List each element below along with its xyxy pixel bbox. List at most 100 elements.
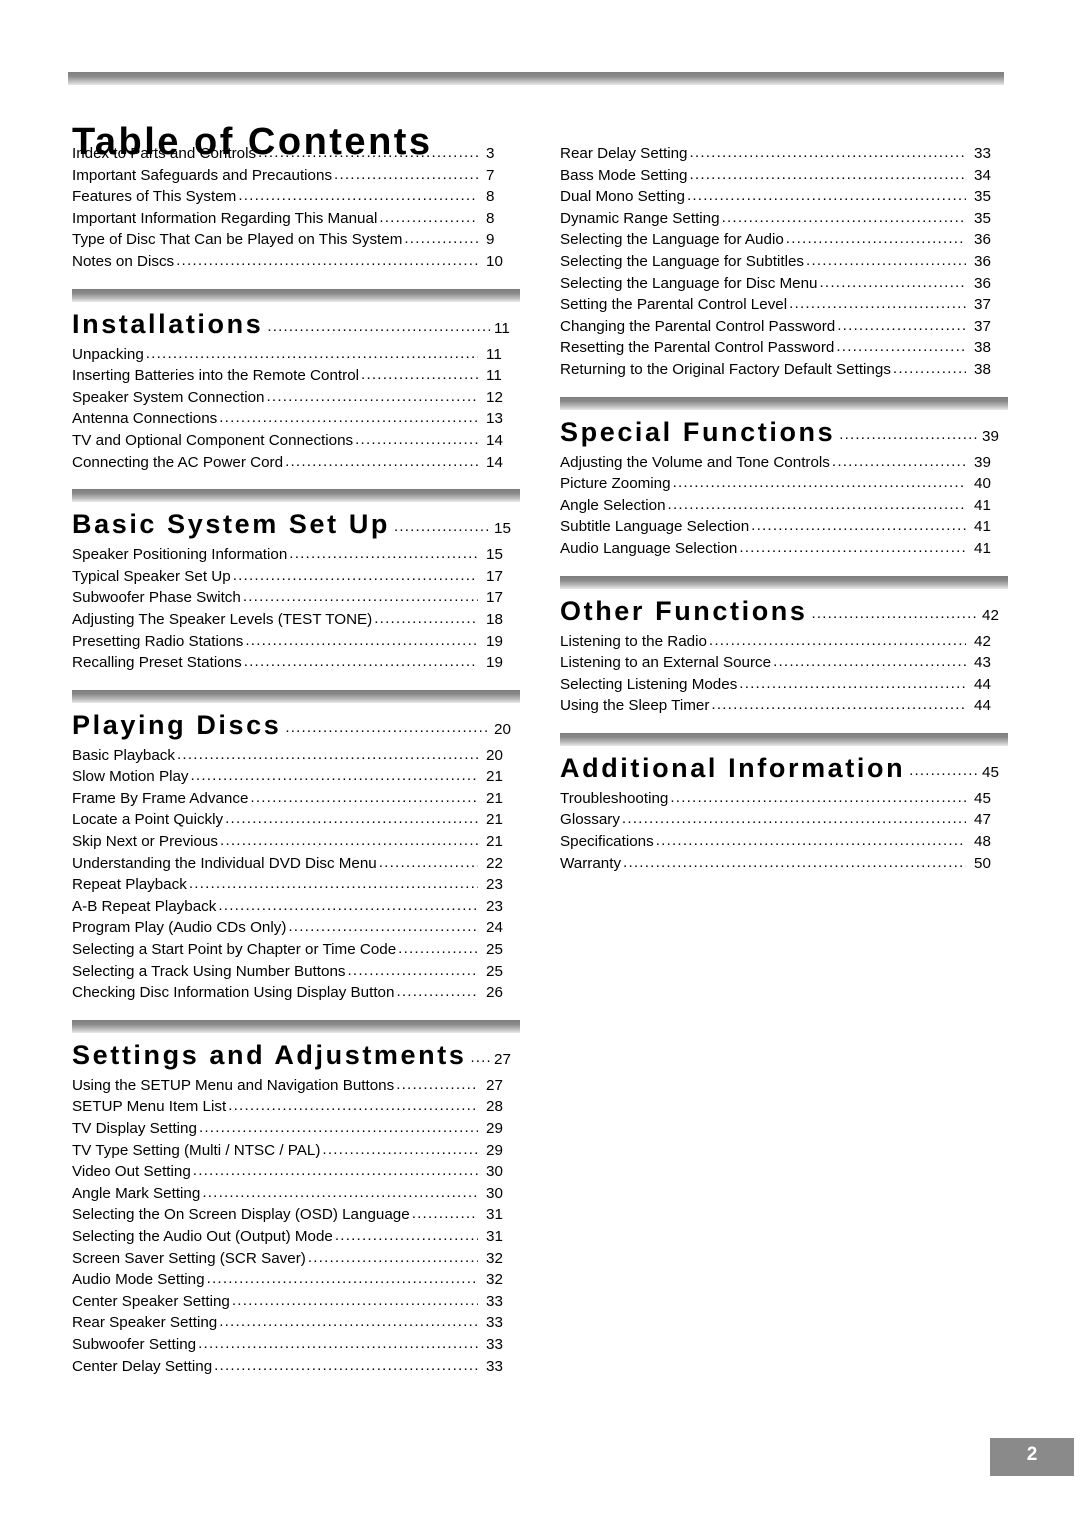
toc-entry[interactable]: Locate a Point Quickly..................… <box>72 809 520 831</box>
toc-entry[interactable]: Speaker Positioning Information.........… <box>72 544 520 566</box>
toc-entry[interactable]: Important Safeguards and Precautions....… <box>72 165 520 187</box>
toc-entry[interactable]: Presetting Radio Stations...............… <box>72 631 520 653</box>
toc-entry-page-number: 19 <box>486 654 503 672</box>
toc-entry[interactable]: Connecting the AC Power Cord............… <box>72 452 520 474</box>
toc-entry-label: Type of Disc That Can be Played on This … <box>72 231 403 249</box>
toc-entry-leader: ........................................… <box>892 359 966 377</box>
toc-entry[interactable]: Specifications..........................… <box>560 831 1008 853</box>
toc-entry[interactable]: Selecting the Language for Disc Menu....… <box>560 273 1008 295</box>
toc-entry[interactable]: Subtitle Language Selection.............… <box>560 516 1008 538</box>
toc-entry[interactable]: Setting the Parental Control Level......… <box>560 294 1008 316</box>
toc-entry[interactable]: Using the SETUP Menu and Navigation Butt… <box>72 1075 520 1097</box>
toc-entry[interactable]: Recalling Preset Stations...............… <box>72 652 520 674</box>
toc-entry[interactable]: Resetting the Parental Control Password.… <box>560 337 1008 359</box>
toc-entry[interactable]: Adjusting The Speaker Levels (TEST TONE)… <box>72 609 520 631</box>
toc-entry[interactable]: Features of This System.................… <box>72 186 520 208</box>
toc-entry[interactable]: Video Out Setting.......................… <box>72 1161 520 1183</box>
toc-entry[interactable]: Type of Disc That Can be Played on This … <box>72 229 520 251</box>
toc-entry[interactable]: Repeat Playback.........................… <box>72 874 520 896</box>
toc-entry[interactable]: Center Delay Setting....................… <box>72 1356 520 1378</box>
toc-section-header[interactable]: Basic System Set Up.....................… <box>72 509 520 540</box>
toc-entry[interactable]: Using the Sleep Timer...................… <box>560 695 1008 717</box>
toc-entry[interactable]: TV Display Setting......................… <box>72 1118 520 1140</box>
toc-entry[interactable]: Checking Disc Information Using Display … <box>72 982 520 1004</box>
toc-entry[interactable]: Notes on Discs..........................… <box>72 251 520 273</box>
toc-entry[interactable]: Inserting Batteries into the Remote Cont… <box>72 365 520 387</box>
toc-section-title: Additional Information <box>560 752 906 783</box>
toc-entry-page-number: 37 <box>974 317 991 335</box>
toc-entry[interactable]: Screen Saver Setting (SCR Saver)........… <box>72 1248 520 1270</box>
toc-entry[interactable]: Audio Mode Setting......................… <box>72 1269 520 1291</box>
toc-entry-label: Angle Selection <box>560 496 666 514</box>
toc-entry[interactable]: Returning to the Original Factory Defaul… <box>560 359 1008 381</box>
toc-entry[interactable]: Selecting the Language for Audio........… <box>560 229 1008 251</box>
toc-entry-list: Troubleshooting.........................… <box>560 788 1008 874</box>
toc-entry-leader: ........................................… <box>198 1334 478 1352</box>
toc-entry[interactable]: Slow Motion Play........................… <box>72 766 520 788</box>
toc-entry[interactable]: Speaker System Connection...............… <box>72 387 520 409</box>
toc-entry[interactable]: Glossary................................… <box>560 809 1008 831</box>
toc-section-header[interactable]: Other Functions.........................… <box>560 596 1008 627</box>
toc-entry[interactable]: Program Play (Audio CDs Only)...........… <box>72 917 520 939</box>
toc-entry[interactable]: Selecting Listening Modes...............… <box>560 674 1008 696</box>
toc-entry-leader: ........................................… <box>739 674 966 692</box>
toc-entry-leader: ........................................… <box>819 273 966 291</box>
toc-entry-label: Features of This System <box>72 188 237 206</box>
toc-entry[interactable]: Warranty................................… <box>560 853 1008 875</box>
toc-entry-leader: ........................................… <box>655 832 966 850</box>
toc-entry[interactable]: TV Type Setting (Multi / NTSC / PAL)....… <box>72 1140 520 1162</box>
toc-entry[interactable]: Important Information Regarding This Man… <box>72 208 520 230</box>
toc-entry[interactable]: Subwoofer Setting.......................… <box>72 1334 520 1356</box>
toc-section-leader: ........................................… <box>267 317 490 335</box>
toc-entry[interactable]: Unpacking...............................… <box>72 344 520 366</box>
toc-entry[interactable]: Listening to an External Source.........… <box>560 652 1008 674</box>
toc-entry-leader: ........................................… <box>623 853 966 871</box>
toc-entry-page-number: 14 <box>486 453 503 471</box>
toc-entry[interactable]: Dual Mono Setting.......................… <box>560 186 1008 208</box>
toc-entry[interactable]: Adjusting the Volume and Tone Controls..… <box>560 452 1008 474</box>
toc-entry[interactable]: Bass Mode Setting.......................… <box>560 165 1008 187</box>
toc-entry[interactable]: Dynamic Range Setting...................… <box>560 208 1008 230</box>
toc-section-header[interactable]: Settings and Adjustments................… <box>72 1040 520 1071</box>
toc-entry[interactable]: Selecting a Start Point by Chapter or Ti… <box>72 939 520 961</box>
toc-entry[interactable]: Rear Speaker Setting....................… <box>72 1312 520 1334</box>
toc-entry[interactable]: Changing the Parental Control Password..… <box>560 316 1008 338</box>
toc-entry[interactable]: Selecting the Language for Subtitles....… <box>560 251 1008 273</box>
toc-section-header[interactable]: Installations...........................… <box>72 309 520 340</box>
toc-section-page-number: 20 <box>494 720 511 738</box>
toc-entry[interactable]: TV and Optional Component Connections...… <box>72 430 520 452</box>
toc-entry[interactable]: SETUP Menu Item List....................… <box>72 1096 520 1118</box>
toc-section-header[interactable]: Playing Discs...........................… <box>72 710 520 741</box>
toc-entry-leader: ........................................… <box>288 918 478 936</box>
toc-entry[interactable]: Angle Mark Setting......................… <box>72 1183 520 1205</box>
toc-entry[interactable]: Angle Selection.........................… <box>560 495 1008 517</box>
toc-entry-leader: ........................................… <box>206 1270 478 1288</box>
toc-section-header[interactable]: Special Functions.......................… <box>560 417 1008 448</box>
toc-entry[interactable]: Understanding the Individual DVD Disc Me… <box>72 853 520 875</box>
toc-entry-page-number: 36 <box>974 231 991 249</box>
toc-entry[interactable]: Typical Speaker Set Up..................… <box>72 566 520 588</box>
toc-entry[interactable]: Center Speaker Setting..................… <box>72 1291 520 1313</box>
toc-entry[interactable]: Selecting the On Screen Display (OSD) La… <box>72 1204 520 1226</box>
toc-entry[interactable]: Subwoofer Phase Switch..................… <box>72 587 520 609</box>
toc-entry[interactable]: Basic Playback..........................… <box>72 745 520 767</box>
toc-entry[interactable]: Selecting a Track Using Number Buttons..… <box>72 961 520 983</box>
toc-entry[interactable]: Selecting the Audio Out (Output) Mode...… <box>72 1226 520 1248</box>
toc-entry-label: Index to Parts and Controls <box>72 145 257 162</box>
toc-entry[interactable]: Antenna Connections.....................… <box>72 408 520 430</box>
toc-entry[interactable]: Index to Parts and Controls.............… <box>72 143 520 165</box>
toc-entry-label: Angle Mark Setting <box>72 1184 201 1202</box>
toc-entry[interactable]: A-B Repeat Playback.....................… <box>72 896 520 918</box>
toc-section-header[interactable]: Additional Information..................… <box>560 753 1008 784</box>
toc-entry-page-number: 17 <box>486 567 503 585</box>
toc-entry[interactable]: Audio Language Selection................… <box>560 538 1008 560</box>
toc-entry[interactable]: Frame By Frame Advance..................… <box>72 788 520 810</box>
toc-entry[interactable]: Picture Zooming.........................… <box>560 473 1008 495</box>
toc-entry[interactable]: Skip Next or Previous...................… <box>72 831 520 853</box>
toc-entry[interactable]: Listening to the Radio..................… <box>560 631 1008 653</box>
toc-entry-page-number: 22 <box>486 854 503 872</box>
toc-entry[interactable]: Rear Delay Setting......................… <box>560 143 1008 165</box>
toc-entry-page-number: 35 <box>974 209 991 227</box>
toc-entry[interactable]: Troubleshooting.........................… <box>560 788 1008 810</box>
toc-entry-page-number: 24 <box>486 919 503 937</box>
